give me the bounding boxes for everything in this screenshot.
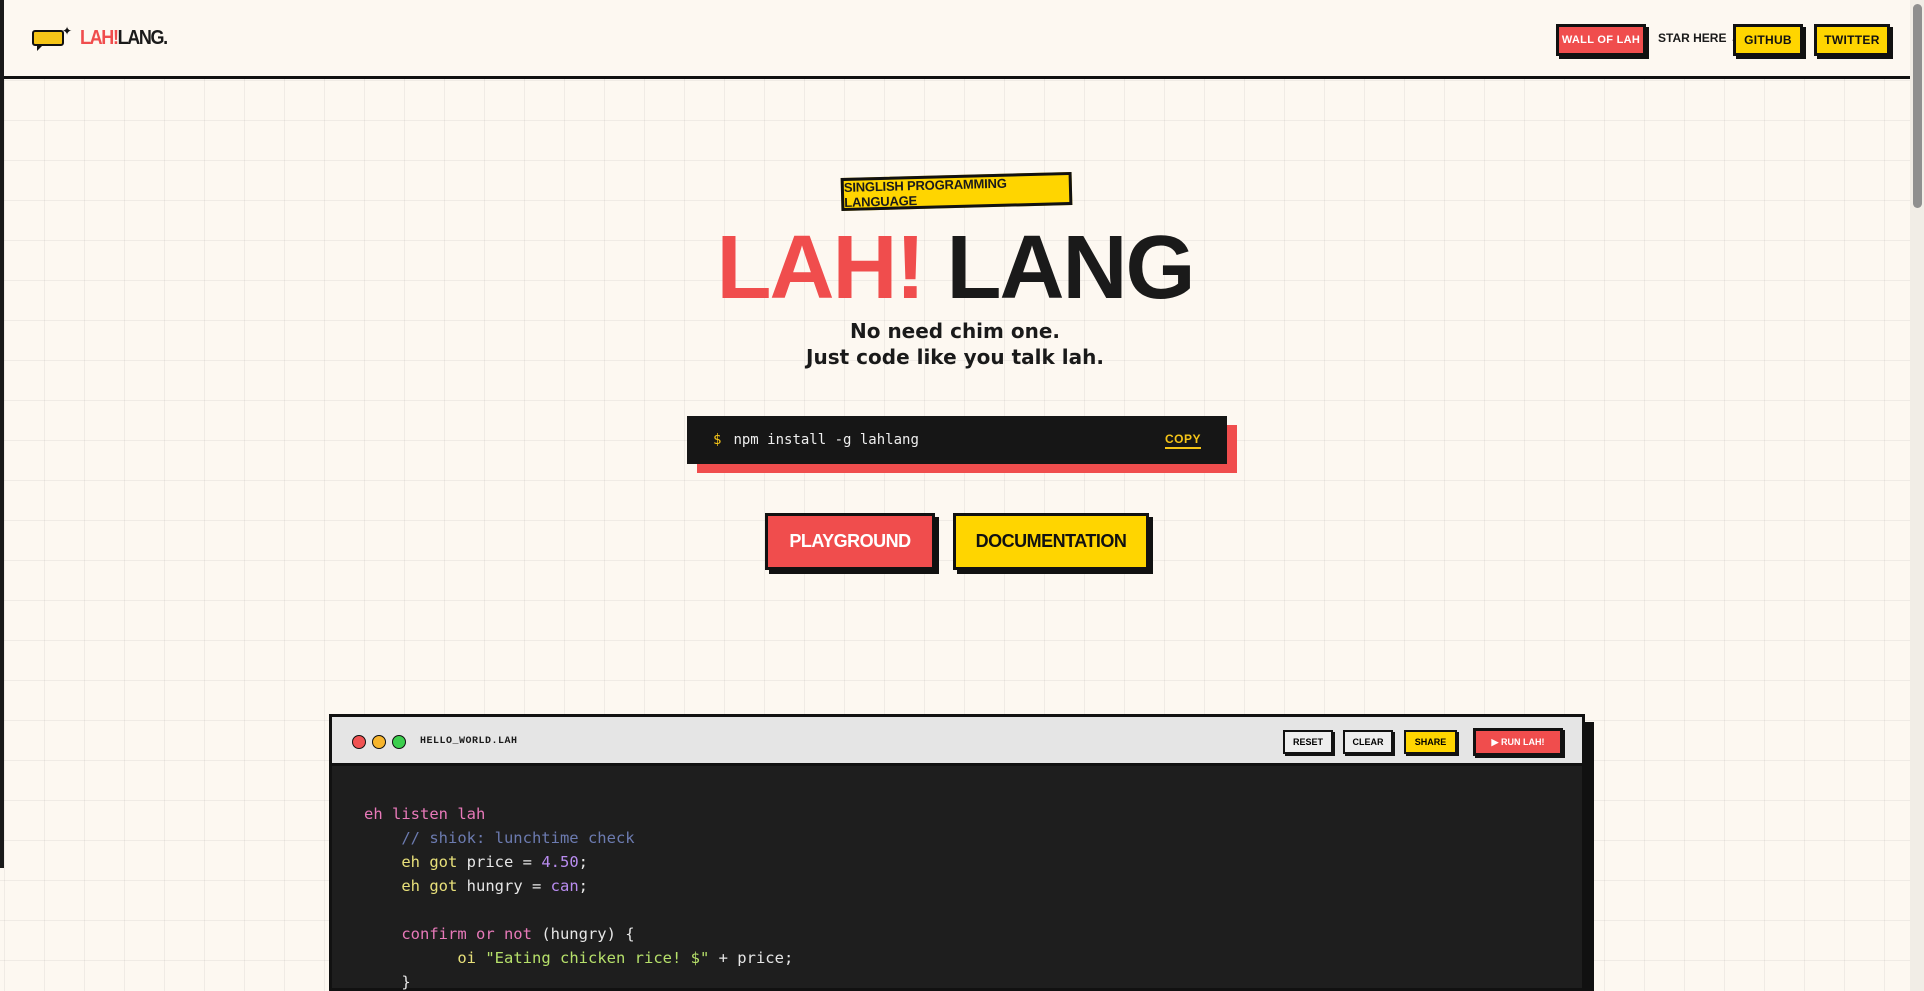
code-editor: HELLO_WORLD.LAH RESET CLEAR SHARE ▶ RUN … [329,714,1585,991]
language-tag-badge: SINGLISH PROGRAMMING LANGUAGE [840,171,1073,212]
github-button[interactable]: GITHUB [1733,24,1803,56]
page-left-edge [0,0,4,868]
window-close-dot-icon [352,735,366,749]
editor-toolbar: HELLO_WORLD.LAH RESET CLEAR SHARE ▶ RUN … [332,717,1582,766]
clear-button[interactable]: CLEAR [1343,730,1393,754]
code-text: price = [457,853,542,871]
hero-title: LAH! LANG [0,223,1910,313]
code-text: ; [578,853,588,871]
code-text: hungry = [457,877,551,895]
logo-dark-text: LANG. [117,27,169,49]
speech-bubble-logo-icon[interactable] [32,30,64,51]
wall-of-lah-button[interactable]: WALL OF LAH [1556,24,1646,56]
star-here-label: STAR HERE → [1658,31,1742,45]
code-text: } [401,973,411,991]
code-number: 4.50 [541,853,579,871]
hero-title-red: LAH! [716,218,926,318]
documentation-button[interactable]: DOCUMENTATION [953,513,1149,570]
code-text: ; [578,877,588,895]
window-maximize-dot-icon [392,735,406,749]
code-value: can [550,877,579,895]
page-scrollbar[interactable] [1910,0,1924,991]
reset-button[interactable]: RESET [1283,730,1333,754]
playground-button[interactable]: PLAYGROUND [765,513,935,570]
install-command: npm install -g lahlang [733,432,919,448]
code-area[interactable]: eh listen lah // shiok: lunchtime check … [364,802,793,991]
scrollbar-thumb[interactable] [1913,4,1922,208]
code-keyword: eh got [401,877,458,895]
hero-subtitle-line1: No need chim one. [850,319,1060,343]
site-logo[interactable]: LAH!LANG. [80,27,169,50]
run-button[interactable]: ▶ RUN LAH! [1473,728,1563,756]
twitter-button[interactable]: TWITTER [1814,24,1890,56]
code-comment: // shiok: lunchtime check [401,829,635,847]
top-header: ✦ LAH!LANG. WALL OF LAH STAR HERE → GITH… [4,0,1910,79]
logo-red-text: LAH! [80,27,119,49]
copy-button[interactable]: COPY [1164,432,1201,449]
code-text: + price; [709,949,794,967]
hero-subtitle-line2: Just code like you talk lah. [806,345,1104,369]
code-line-1: eh listen lah [364,805,486,823]
hero-title-dark: LANG [946,218,1195,318]
code-text: (hungry) { [531,925,635,943]
sparkle-icon: ✦ [62,24,73,38]
code-keyword: confirm or not [401,925,532,943]
share-button[interactable]: SHARE [1404,730,1457,754]
hero-subtitle: No need chim one. Just code like you tal… [0,318,1910,370]
editor-file-name: HELLO_WORLD.LAH [420,736,518,747]
install-command-box: $ npm install -g lahlang COPY [687,416,1227,464]
window-minimize-dot-icon [372,735,386,749]
code-string: "Eating chicken rice! $" [485,949,710,967]
shell-prompt: $ [713,432,722,448]
code-keyword: eh got [401,853,458,871]
code-keyword: oi [457,949,476,967]
